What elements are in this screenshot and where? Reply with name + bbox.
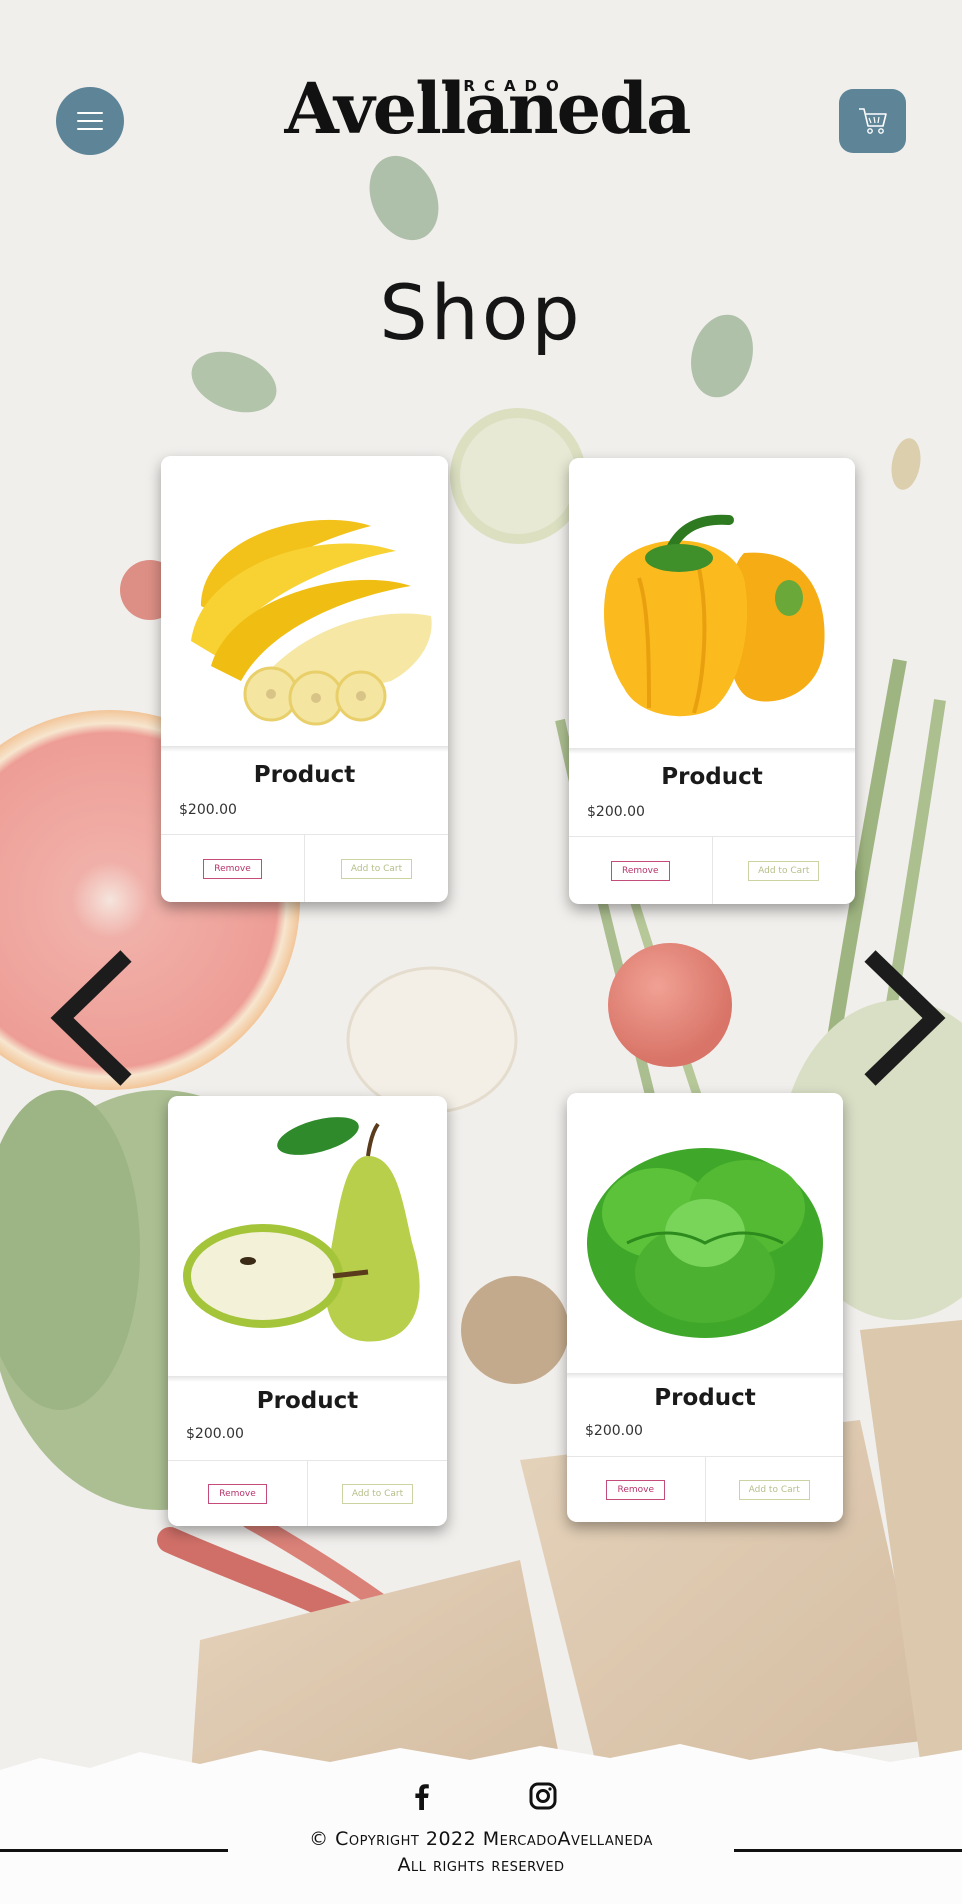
copyright-line-2: All rights reserved (397, 1854, 565, 1876)
copyright-line-1: © Copyright 2022 MercadoAvellaneda (309, 1828, 653, 1850)
product-name: Product (256, 1388, 359, 1414)
shopping-cart-icon (858, 108, 887, 134)
site-logo[interactable]: MERCADO Avellaneda (282, 67, 692, 158)
chevron-left-icon (50, 950, 132, 1086)
hamburger-menu-icon (77, 112, 103, 130)
page-title: Shop (379, 268, 583, 357)
card-actions: Remove Add to Cart (168, 1460, 447, 1526)
remove-button[interactable]: Remove (208, 1483, 267, 1504)
carousel-prev-button[interactable] (48, 948, 138, 1088)
card-actions: Remove Add to Cart (161, 834, 448, 902)
cart-button[interactable] (839, 89, 906, 153)
product-card[interactable]: Product $200.00 Remove Add to Cart (161, 456, 448, 902)
product-price: $200.00 (585, 1423, 643, 1439)
product-name: Product (654, 1385, 756, 1411)
card-divider (569, 748, 855, 754)
product-image-bananas[interactable] (161, 456, 448, 746)
product-card[interactable]: Product $200.00 Remove Add to Cart (168, 1096, 447, 1526)
product-name: Product (253, 762, 356, 788)
remove-button[interactable]: Remove (606, 1479, 666, 1500)
logo-big-text: Avellaneda (284, 67, 692, 150)
add-to-cart-button[interactable]: Add to Cart (738, 1479, 810, 1500)
facebook-link[interactable] (406, 1780, 438, 1812)
copyright-text: © Copyright 2022 MercadoAvellaneda All r… (0, 1826, 962, 1878)
card-divider (168, 1376, 447, 1382)
product-card[interactable]: Product $200.00 Remove Add to Cart (569, 458, 855, 904)
card-actions: Remove Add to Cart (567, 1456, 843, 1522)
add-to-cart-button[interactable]: Add to Cart (341, 1483, 414, 1504)
carousel-next-button[interactable] (858, 948, 948, 1088)
add-to-cart-button[interactable]: Add to Cart (340, 858, 413, 879)
product-price: $200.00 (179, 802, 237, 818)
product-price: $200.00 (186, 1426, 244, 1442)
product-price: $200.00 (587, 804, 645, 820)
remove-button[interactable]: Remove (610, 860, 670, 881)
chevron-right-icon (864, 950, 946, 1086)
card-divider (161, 746, 448, 752)
facebook-icon (415, 1784, 429, 1810)
card-divider (567, 1373, 843, 1379)
instagram-link[interactable] (527, 1780, 559, 1812)
instagram-icon (529, 1782, 557, 1810)
card-actions: Remove Add to Cart (569, 836, 855, 904)
remove-button[interactable]: Remove (203, 858, 262, 879)
product-card[interactable]: Product $200.00 Remove Add to Cart (567, 1093, 843, 1522)
product-image-yellow-peppers[interactable] (569, 458, 855, 748)
product-image-lettuce[interactable] (567, 1093, 843, 1373)
product-name: Product (661, 764, 763, 790)
product-image-pears[interactable] (168, 1096, 447, 1376)
add-to-cart-button[interactable]: Add to Cart (748, 860, 820, 881)
menu-button[interactable] (56, 87, 124, 155)
